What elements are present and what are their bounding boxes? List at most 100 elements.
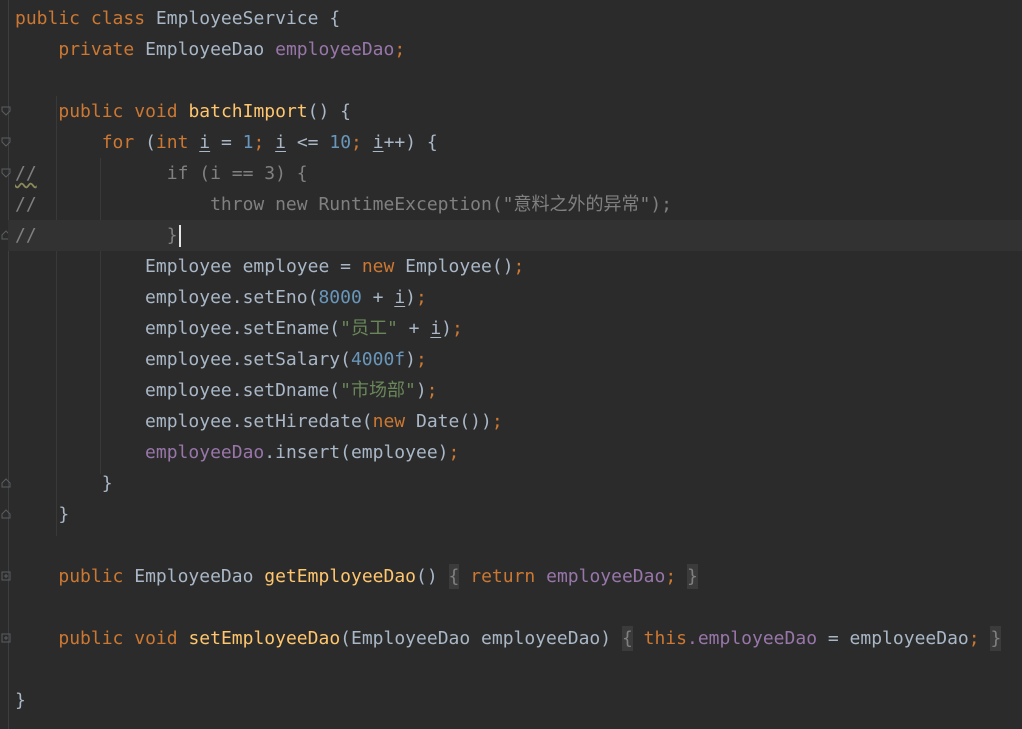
code-line-14[interactable]: employee.setHiredate(new Date());	[15, 406, 503, 437]
operator: =	[329, 256, 362, 277]
method-call: employee.setEname(	[145, 318, 341, 339]
fold-icon[interactable]	[1, 168, 11, 178]
variable-i: i	[275, 132, 286, 153]
operator: ++) {	[383, 132, 438, 153]
method-name: batchImport	[188, 101, 308, 122]
code-line-13[interactable]: employee.setDname("市场部");	[15, 375, 437, 406]
semicolon: ;	[416, 287, 427, 308]
code-line-17[interactable]: }	[15, 499, 69, 530]
string-literal: "市场部"	[340, 380, 416, 401]
keyword: new	[361, 256, 395, 277]
method-name: setEmployeeDao	[188, 628, 341, 649]
brace: }	[101, 473, 113, 494]
variable-i: i	[394, 287, 406, 308]
keyword: public	[58, 566, 124, 587]
code-line-19[interactable]: public EmployeeDao getEmployeeDao() { re…	[15, 561, 698, 592]
comment-marker: //	[15, 163, 37, 184]
semicolon: ;	[452, 318, 463, 339]
type-name: EmployeeDao	[145, 39, 265, 60]
expand-fold-icon[interactable]	[1, 571, 11, 581]
parens: () {	[307, 101, 352, 122]
field-name: .employeeDao	[686, 628, 818, 649]
string-literal: "员工"	[340, 318, 398, 339]
semicolon: ;	[968, 628, 980, 649]
folded-brace[interactable]: {	[448, 564, 460, 589]
code-line-23[interactable]: }	[15, 685, 26, 716]
method-call: employee.setEno(	[145, 287, 319, 308]
keyword: void	[134, 101, 178, 122]
parameters: (EmployeeDao employeeDao)	[340, 628, 612, 649]
variable: employee	[242, 256, 330, 277]
code-line-10[interactable]: employee.setEno(8000 + i);	[15, 282, 427, 313]
fold-icon[interactable]	[1, 106, 11, 116]
unfold-icon[interactable]	[1, 509, 11, 519]
semicolon: ;	[513, 256, 525, 277]
unfold-icon[interactable]	[1, 478, 11, 488]
code-line-12[interactable]: employee.setSalary(4000f);	[15, 344, 427, 375]
semicolon: ;	[448, 442, 460, 463]
paren: )	[415, 380, 427, 401]
code-line-8-current[interactable]: // }	[8, 220, 1022, 251]
method-call: employee.setSalary(	[145, 349, 351, 370]
type-name: EmployeeDao	[134, 566, 254, 587]
number: 1	[242, 132, 254, 153]
operator: +	[397, 318, 431, 339]
code-line-2[interactable]: private EmployeeDao employeeDao;	[15, 34, 405, 65]
operator: =	[210, 132, 243, 153]
code-line-6[interactable]: // if (i == 3) {	[15, 158, 308, 189]
code-line-1[interactable]: public class EmployeeService {	[15, 3, 340, 34]
assignment: = employeeDao	[817, 628, 969, 649]
folded-brace[interactable]: {	[621, 626, 633, 651]
semicolon: ;	[253, 132, 276, 153]
method-name: getEmployeeDao	[264, 566, 417, 587]
code-editor[interactable]: public class EmployeeService { private E…	[0, 0, 1022, 729]
operator: <=	[286, 132, 330, 153]
code-line-15[interactable]: employeeDao.insert(employee);	[15, 437, 459, 468]
operator: +	[361, 287, 395, 308]
code-line-7[interactable]: // throw new RuntimeException("意料之外的异常")…	[15, 189, 672, 220]
keyword: this	[643, 628, 687, 649]
number: 10	[329, 132, 352, 153]
keyword: class	[90, 8, 146, 29]
paren: )	[441, 318, 453, 339]
keyword: public	[58, 101, 124, 122]
code-line-5[interactable]: for (int i = 1; i <= 10; i++) {	[15, 127, 438, 158]
folded-brace[interactable]: }	[990, 626, 1002, 651]
semicolon: ;	[415, 349, 427, 370]
comment-marker: //	[15, 194, 37, 215]
folded-brace[interactable]: }	[687, 564, 698, 589]
commented-code: throw new RuntimeException("意料之外的异常");	[36, 194, 673, 215]
number: 8000	[318, 287, 362, 308]
method-call: .insert(employee)	[264, 442, 449, 463]
code-line-21[interactable]: public void setEmployeeDao(EmployeeDao e…	[15, 623, 1002, 654]
fold-icon[interactable]	[1, 137, 11, 147]
code-line-11[interactable]: employee.setEname("员工" + i);	[15, 313, 463, 344]
keyword: for	[101, 132, 135, 153]
code-line-9[interactable]: Employee employee = new Employee();	[15, 251, 524, 282]
semicolon: ;	[351, 132, 373, 153]
keyword: return	[470, 566, 536, 587]
semicolon: ;	[491, 411, 503, 432]
parens: ()	[416, 566, 438, 587]
paren: )	[405, 349, 416, 370]
constructor-call: Date())	[415, 411, 492, 432]
paren: )	[405, 287, 416, 308]
code-line-4[interactable]: public void batchImport() {	[15, 96, 351, 127]
commented-code: if (i == 3) {	[36, 163, 308, 184]
code-line-16[interactable]: }	[15, 468, 113, 499]
brace: {	[329, 8, 341, 29]
keyword: void	[134, 628, 178, 649]
class-name: EmployeeService	[155, 8, 319, 29]
field-name: employeeDao	[145, 442, 265, 463]
constructor-call: Employee()	[405, 256, 514, 277]
method-call: employee.setDname(	[145, 380, 341, 401]
variable-i: i	[372, 132, 384, 153]
expand-fold-icon[interactable]	[1, 633, 11, 643]
text-caret	[178, 225, 181, 247]
brace: }	[15, 690, 26, 711]
variable-i: i	[430, 318, 442, 339]
semicolon: ;	[665, 566, 677, 587]
paren: (	[145, 132, 156, 153]
keyword: int	[155, 132, 189, 153]
field-name: employeeDao	[275, 39, 395, 60]
